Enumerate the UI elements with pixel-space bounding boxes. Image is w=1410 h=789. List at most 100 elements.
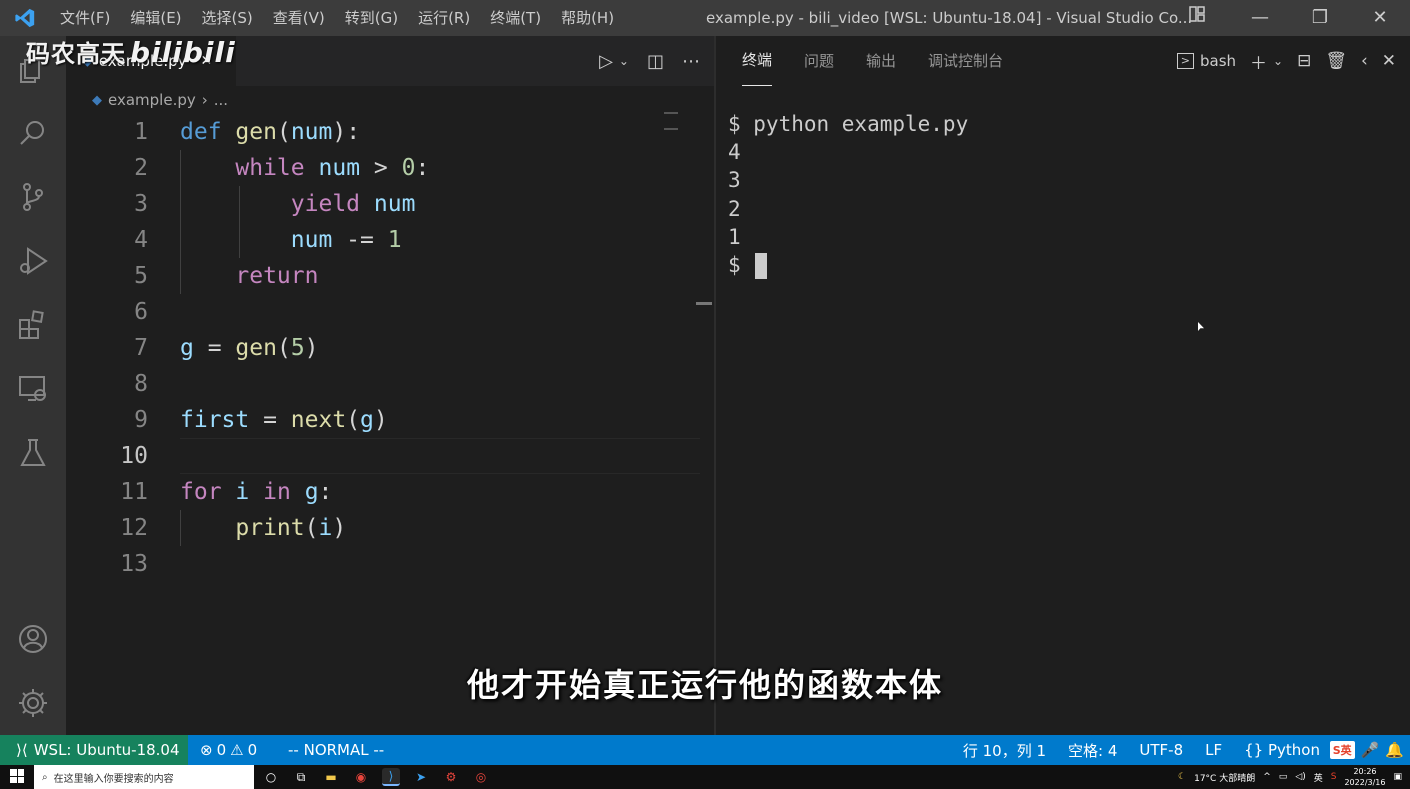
chevron-left-icon[interactable]: ‹ <box>1361 51 1368 71</box>
tab-problems[interactable]: 问题 <box>804 36 834 86</box>
terminal-line: 3 <box>728 168 741 193</box>
volume-icon[interactable]: ◁) <box>1295 772 1305 782</box>
watermark-brand: bilibili <box>130 36 236 69</box>
line-number: 13 <box>120 551 148 577</box>
system-tray: ☾ 17°C 大部晴朗 ^ ▭ ◁) 英 S 20:26 2022/3/16 ▣ <box>1178 765 1402 789</box>
search-placeholder: 在这里输入你要搜索的内容 <box>53 773 174 785</box>
taskbar-search-input[interactable]: ⌕ 在这里输入你要搜索的内容 <box>34 765 254 789</box>
tray-ime[interactable]: 英 <box>1314 771 1323 784</box>
close-window-button[interactable]: ✕ <box>1350 0 1410 36</box>
network-icon[interactable]: ▭ <box>1279 772 1288 782</box>
terminal-output[interactable]: $ python example.py 4 3 2 1 $ <box>728 110 969 280</box>
extensions-icon[interactable] <box>0 300 66 350</box>
clock[interactable]: 20:26 2022/3/16 <box>1344 766 1385 788</box>
trash-icon[interactable]: 🗑 <box>1325 51 1347 71</box>
split-editor-icon[interactable]: ◫ <box>647 51 664 72</box>
indentation[interactable]: 空格: 4 <box>1068 740 1117 761</box>
account-icon[interactable] <box>0 614 66 664</box>
code-line: 8 <box>66 366 696 402</box>
sogou-icon[interactable]: S <box>1331 772 1337 782</box>
task-view-icon[interactable]: ⧉ <box>292 768 310 786</box>
problems-indicator[interactable]: ⊗ 0 ⚠ 0 <box>200 735 257 765</box>
tab-output[interactable]: 输出 <box>866 36 896 86</box>
tab-debug-console[interactable]: 调试控制台 <box>928 36 1003 86</box>
error-count: 0 <box>216 741 227 759</box>
status-right: 行 10，列 1 空格: 4 UTF-8 LF {} Python <box>963 735 1320 765</box>
remote-explorer-icon[interactable] <box>0 364 66 414</box>
line-number: 4 <box>134 227 148 253</box>
notification-icon[interactable]: ▣ <box>1393 772 1402 782</box>
terminal-panel: 终端 问题 输出 调试控制台 > bash ＋ ⌄ ⊟ 🗑 ‹ ✕ $ pyth… <box>716 36 1410 735</box>
windows-start-icon[interactable] <box>10 769 24 783</box>
terminal-icon: > <box>1176 53 1194 69</box>
more-actions-icon[interactable]: ⋯ <box>682 51 700 72</box>
terminal-dropdown-icon[interactable]: ⌄ <box>1273 54 1283 68</box>
run-debug-icon[interactable] <box>0 236 66 286</box>
weather-text[interactable]: 17°C 大部晴朗 <box>1194 771 1255 784</box>
terminal-line: 1 <box>728 224 741 249</box>
menu-edit[interactable]: 编辑(E) <box>120 0 191 36</box>
menu-selection[interactable]: 选择(S) <box>192 0 263 36</box>
terminal-line: $ python example.py <box>728 112 969 136</box>
terminal-prompt: $ <box>728 253 754 278</box>
end-of-line[interactable]: LF <box>1205 741 1222 759</box>
terminal-shell-selector[interactable]: > bash <box>1176 52 1236 70</box>
weather-icon: ☾ <box>1178 772 1187 782</box>
breadcrumb-symbol[interactable]: ... <box>214 91 228 109</box>
vscode-logo-icon <box>0 0 50 36</box>
new-terminal-icon[interactable]: ＋ <box>1250 49 1267 74</box>
minimap[interactable] <box>664 112 678 130</box>
menu-terminal[interactable]: 终端(T) <box>480 0 551 36</box>
language-mode[interactable]: {} Python <box>1244 741 1320 759</box>
search-icon[interactable] <box>0 108 66 158</box>
line-text: print(i) <box>235 515 347 541</box>
title-bar: 文件(F) 编辑(E) 选择(S) 查看(V) 转到(G) 运行(R) 终端(T… <box>0 0 1410 36</box>
braces-icon: {} <box>1244 741 1264 759</box>
vscode-taskbar-icon[interactable]: ⟩ <box>382 768 400 786</box>
warning-count: 0 <box>247 741 258 759</box>
panel-actions: > bash ＋ ⌄ ⊟ 🗑 ‹ ✕ <box>1176 36 1396 86</box>
encoding[interactable]: UTF-8 <box>1139 741 1183 759</box>
testing-icon[interactable] <box>0 428 66 478</box>
app-icon[interactable]: ⚙ <box>442 768 460 786</box>
tray-chevron-icon[interactable]: ^ <box>1263 772 1271 782</box>
cortana-icon[interactable]: ○ <box>262 768 280 786</box>
menu-help[interactable]: 帮助(H) <box>551 0 624 36</box>
menu-go[interactable]: 转到(G) <box>335 0 408 36</box>
bell-icon[interactable]: 🔔 <box>1385 741 1404 759</box>
remote-indicator[interactable]: ⟩⟨ WSL: Ubuntu-18.04 <box>0 735 188 765</box>
code-line: 12 print(i) <box>66 510 696 546</box>
run-file-icon[interactable]: ▷ <box>599 51 613 72</box>
line-number: 8 <box>134 371 148 397</box>
run-dropdown-icon[interactable]: ⌄ <box>619 54 629 68</box>
breadcrumb-file[interactable]: example.py <box>108 91 196 109</box>
menu-run[interactable]: 运行(R) <box>408 0 480 36</box>
taskbar-apps: ○ ⧉ ▬ ◉ ⟩ ➤ ⚙ ◎ <box>262 765 490 789</box>
line-text: first = next(g) <box>180 407 388 433</box>
cursor-position[interactable]: 行 10，列 1 <box>963 740 1046 761</box>
minimize-button[interactable]: — <box>1230 0 1290 36</box>
close-panel-icon[interactable]: ✕ <box>1382 51 1396 71</box>
error-icon: ⊗ <box>200 741 213 759</box>
line-number: 7 <box>134 335 148 361</box>
tab-terminal[interactable]: 终端 <box>742 36 773 86</box>
recorder-icon[interactable]: ◎ <box>472 768 490 786</box>
microphone-icon[interactable]: 🎤 <box>1361 741 1380 759</box>
source-control-icon[interactable] <box>0 172 66 222</box>
restore-button[interactable]: ❐ <box>1290 0 1350 36</box>
menu-file[interactable]: 文件(F) <box>50 0 120 36</box>
line-number: 2 <box>134 155 148 181</box>
telegram-icon[interactable]: ➤ <box>412 768 430 786</box>
terminal-line: 4 <box>728 140 741 165</box>
layout-icon[interactable] <box>1182 0 1212 36</box>
activity-bar <box>0 36 66 735</box>
search-icon: ⌕ <box>42 771 48 783</box>
ime-toolbar[interactable]: S英 <box>1329 741 1355 759</box>
code-line: 3 yield num <box>66 186 696 222</box>
menu-view[interactable]: 查看(V) <box>263 0 335 36</box>
terminal-prompt-line: $ <box>728 251 968 280</box>
file-explorer-icon[interactable]: ▬ <box>322 768 340 786</box>
scrollbar-marker[interactable] <box>696 302 712 305</box>
chrome-icon[interactable]: ◉ <box>352 768 370 786</box>
split-terminal-icon[interactable]: ⊟ <box>1297 51 1311 71</box>
